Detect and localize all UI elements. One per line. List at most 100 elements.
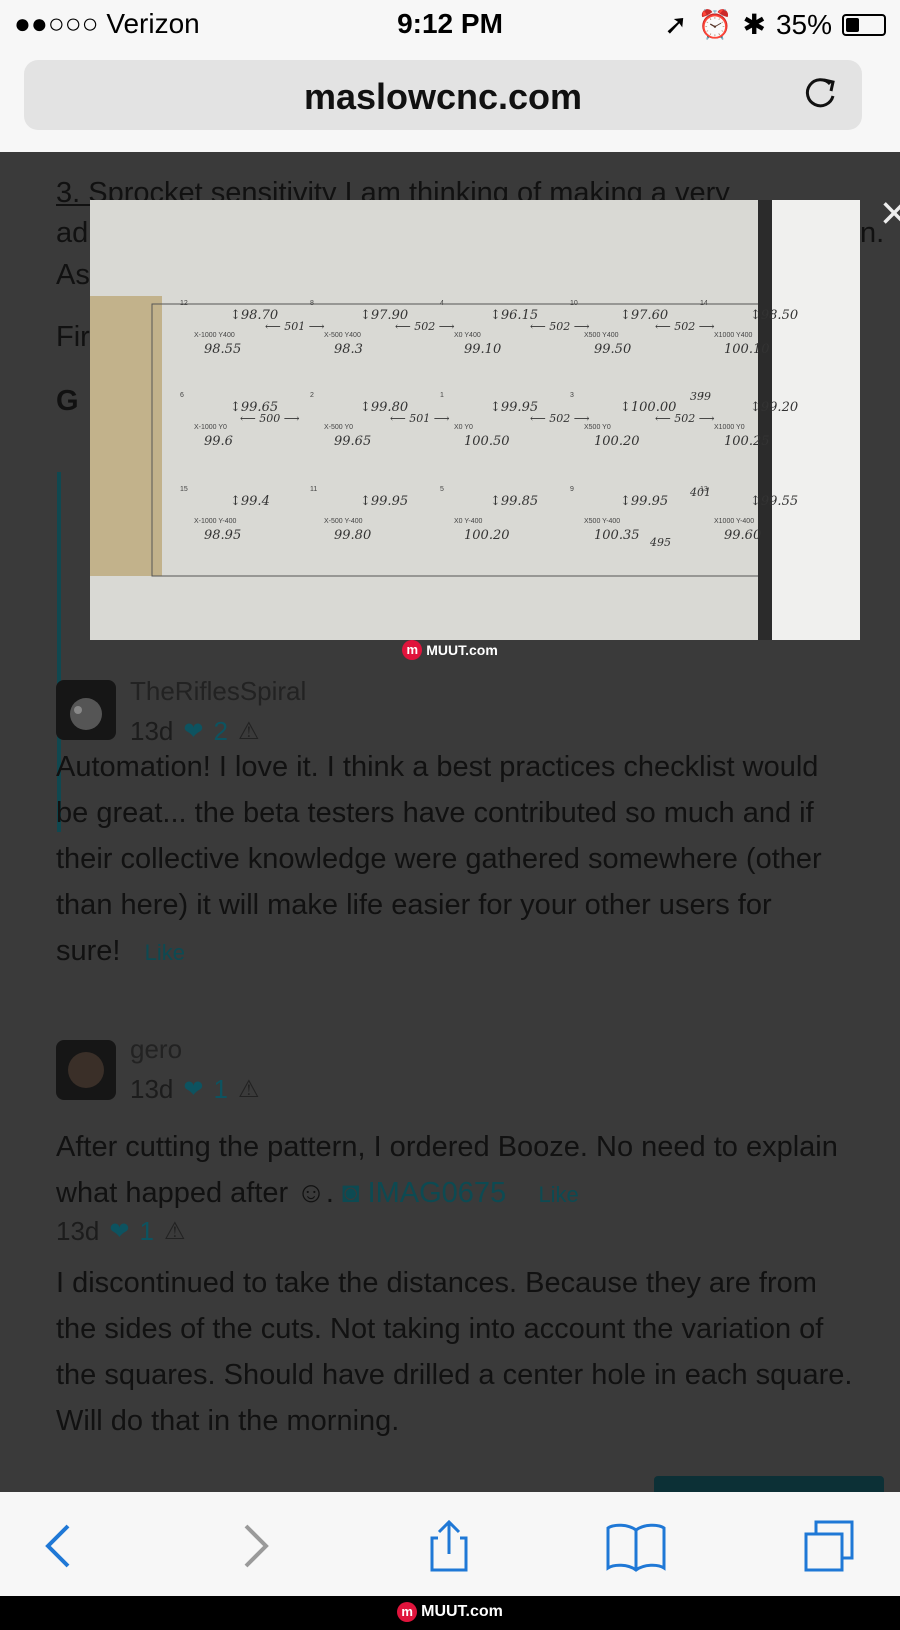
address-bar[interactable]: maslowcnc.com — [24, 60, 862, 130]
comment-author[interactable]: TheRiflesSpiral — [130, 676, 306, 707]
heart-icon[interactable]: ❤ — [109, 1217, 129, 1246]
point-label: X1000 Y400 — [714, 332, 753, 339]
article-fragment: ad — [56, 217, 89, 249]
floating-panel-edge — [654, 1476, 884, 1492]
comment-line: Will do that in the morning. — [56, 1405, 400, 1437]
article-fragment: G — [56, 385, 79, 417]
point-label: X500 Y0 — [584, 424, 611, 431]
measured-value: 100.10 — [724, 342, 770, 357]
horizontal-distance: ⟵ 501 ⟶ — [265, 320, 325, 333]
horizontal-distance: ⟵ 500 ⟶ — [240, 412, 300, 425]
point-label: X500 Y-400 — [584, 518, 621, 525]
credit-text: MUUT.com — [426, 642, 498, 658]
comment-author[interactable]: gero — [130, 1034, 182, 1065]
flag-warning-icon[interactable]: ⚠ — [238, 717, 260, 746]
comment-line: I discontinued to take the distances. Be… — [56, 1267, 817, 1299]
comment-time: 13d — [56, 1216, 100, 1246]
point-label: X-500 Y400 — [324, 332, 361, 339]
point-number: 3 — [570, 392, 574, 399]
point-number: 1 — [440, 392, 444, 399]
reload-icon[interactable] — [800, 74, 840, 114]
image-lightbox[interactable]: 12 X-1000 Y400 ↕98.70 98.55 8 X-500 Y400 ↕97.9… — [90, 200, 860, 640]
like-count: 2 — [213, 716, 228, 746]
status-right: ➚ ⏰ ✱ 35% — [664, 8, 886, 41]
measured-value: ↕99.55 — [750, 494, 799, 509]
point-label: X500 Y400 — [584, 332, 619, 339]
like-link[interactable]: Like — [538, 1182, 578, 1207]
share-icon[interactable] — [424, 1518, 474, 1574]
point-label: X-1000 Y0 — [194, 424, 227, 431]
bottom-bar: m MUUT.com — [0, 1596, 900, 1630]
point-number: 14 — [700, 300, 708, 307]
measured-value: 99.60 — [724, 528, 762, 543]
point-label: X-500 Y0 — [324, 424, 354, 431]
article-fragment: As — [56, 259, 90, 291]
horizontal-distance: ⟵ 502 ⟶ — [395, 320, 455, 333]
measured-value: ↕98.50 — [750, 308, 799, 323]
point-label: X-500 Y-400 — [324, 518, 363, 525]
measured-value: 99.10 — [464, 342, 502, 357]
vertical-distance: 401 — [690, 486, 711, 499]
point-label: X0 Y0 — [454, 424, 473, 431]
comment-body: I discontinued to take the distances. Be… — [56, 1260, 852, 1444]
attachment-icon[interactable]: ◙ — [342, 1177, 360, 1209]
measured-value: ↕99.95 — [620, 494, 669, 509]
point-number: 4 — [440, 300, 444, 307]
point-number: 12 — [180, 300, 188, 307]
measured-value: ↕99.20 — [750, 400, 799, 415]
url-text: maslowcnc.com — [303, 76, 583, 117]
measured-value: ↕99.4 — [230, 494, 270, 509]
flag-warning-icon[interactable]: ⚠ — [164, 1217, 186, 1246]
horizontal-distance: ⟵ 502 ⟶ — [655, 320, 715, 333]
measured-value: 98.95 — [204, 528, 242, 543]
avatar[interactable] — [56, 680, 116, 740]
measured-value: 99.50 — [594, 342, 632, 357]
comment-line: the sides of the cuts. Not taking into a… — [56, 1313, 824, 1345]
avatar[interactable] — [56, 1040, 116, 1100]
like-count: 1 — [213, 1074, 228, 1104]
battery-icon — [842, 13, 886, 36]
close-icon[interactable]: × — [880, 186, 900, 241]
point-label: X0 Y-400 — [454, 518, 483, 525]
comment-line: what happed after ☺. ◙ IMAG0675 Like — [56, 1170, 838, 1218]
back-icon[interactable] — [34, 1518, 84, 1574]
article-fragment: Fir — [56, 321, 90, 353]
measured-value: 100.20 — [594, 434, 640, 449]
photo-base — [90, 200, 860, 640]
measured-value: 99.65 — [334, 434, 372, 449]
measured-value: 99.6 — [204, 434, 233, 449]
forward-icon[interactable] — [230, 1518, 280, 1574]
safari-toolbar — [0, 1492, 900, 1596]
tabs-icon[interactable] — [800, 1518, 860, 1574]
like-count: 1 — [139, 1216, 154, 1246]
flag-warning-icon[interactable]: ⚠ — [238, 1075, 260, 1104]
like-link[interactable]: Like — [145, 940, 185, 965]
point-number: 6 — [180, 392, 184, 399]
heart-icon[interactable]: ❤ — [183, 717, 203, 746]
vertical-distance: 495 — [650, 536, 671, 549]
point-number: 10 — [570, 300, 578, 307]
comment-line-text: sure! — [56, 935, 121, 967]
point-number: 2 — [310, 392, 314, 399]
bookmarks-icon[interactable] — [604, 1518, 668, 1574]
measured-value: 100.25 — [724, 434, 770, 449]
comment-line: After cutting the pattern, I ordered Boo… — [56, 1131, 838, 1163]
photo-calibration-sheet: 12 X-1000 Y400 ↕98.70 98.55 8 X-500 Y400 ↕97.9… — [90, 200, 860, 640]
measured-value: ↕99.85 — [490, 494, 539, 509]
browser-chrome: maslowcnc.com — [0, 52, 900, 152]
comment-time: 13d — [130, 716, 174, 746]
attachment-link[interactable]: IMAG0675 — [368, 1177, 507, 1209]
comment-time: 13d — [130, 1074, 174, 1104]
comment-line: the squares. Should have drilled a cente… — [56, 1359, 853, 1391]
vertical-distance: 399 — [690, 390, 711, 403]
status-bar: ●●○○○ Verizon 9:12 PM ➚ ⏰ ✱ 35% — [0, 0, 900, 52]
measured-value: 98.3 — [334, 342, 363, 357]
horizontal-distance: ⟵ 502 ⟶ — [530, 412, 590, 425]
comment-body: After cutting the pattern, I ordered Boo… — [56, 1124, 838, 1218]
comment-line: be great... the beta testers have contri… — [56, 797, 814, 829]
muut-logo-icon: m — [397, 1602, 418, 1622]
comment-meta: 13d ❤ 1 ⚠ — [56, 1216, 185, 1247]
footer-brand: MUUT.com — [421, 1603, 503, 1620]
point-label: X-1000 Y-400 — [194, 518, 237, 525]
heart-icon[interactable]: ❤ — [183, 1075, 203, 1104]
